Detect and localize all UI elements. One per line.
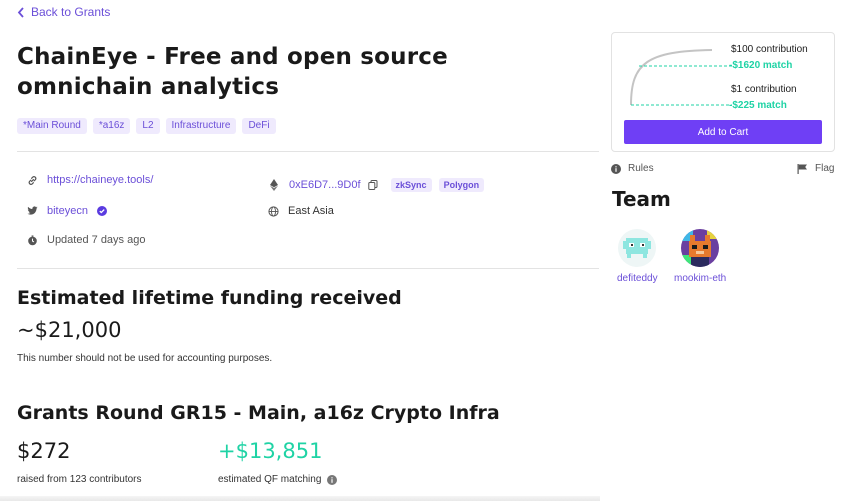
member-name: mookim-eth [674, 273, 727, 284]
team-heading: Team [612, 187, 671, 211]
contribution-low-label: $1 contribution [731, 84, 797, 95]
updated-text: Updated 7 days ago [47, 234, 146, 246]
tag-main-round[interactable]: *Main Round [17, 118, 87, 134]
back-label: Back to Grants [31, 5, 111, 19]
flag-label: Flag [815, 163, 835, 174]
member-name: defiteddy [617, 273, 658, 284]
divider [17, 268, 599, 269]
chevron-left-icon [17, 6, 24, 18]
region-row: East Asia [268, 205, 334, 217]
rules-link[interactable]: Rules [611, 163, 654, 174]
funding-amount: ~$21,000 [17, 318, 122, 342]
round-heading: Grants Round GR15 - Main, a16z Crypto In… [17, 402, 500, 424]
matching-amount: +$13,851 [218, 439, 323, 463]
website-row: https://chaineye.tools/ [27, 174, 153, 186]
match-estimate-card: $100 contribution -$1620 match $1 contri… [611, 32, 835, 152]
contribution-high-label: $100 contribution [731, 44, 808, 55]
divider [17, 151, 599, 152]
tag-defi[interactable]: DeFi [242, 118, 276, 134]
tag-infrastructure[interactable]: Infrastructure [165, 118, 237, 134]
rules-label: Rules [628, 163, 654, 174]
flag-link[interactable]: Flag [797, 163, 834, 174]
add-to-cart-button[interactable]: Add to Cart [624, 120, 822, 144]
funding-heading: Estimated lifetime funding received [17, 287, 402, 309]
copy-icon[interactable] [367, 180, 378, 190]
chain-chip-polygon: Polygon [438, 178, 485, 192]
match-high-label: -$1620 match [729, 60, 793, 71]
twitter-row: biteyecn [27, 205, 107, 217]
verified-icon [96, 206, 107, 216]
matching-caption-row: estimated QF matching [218, 474, 338, 485]
raised-caption: raised from 123 contributors [17, 474, 142, 485]
info-icon [611, 163, 621, 174]
link-icon [27, 175, 38, 186]
chain-chip-zksync: zkSync [390, 178, 432, 192]
clock-icon [27, 234, 38, 246]
twitter-handle-link[interactable]: biteyecn [47, 205, 88, 217]
team-member[interactable]: mookim-eth [674, 229, 726, 284]
updated-row: Updated 7 days ago [27, 234, 145, 246]
back-to-grants-link[interactable]: Back to Grants [17, 5, 110, 19]
globe-icon [268, 205, 279, 217]
twitter-icon [27, 206, 38, 217]
matching-caption: estimated QF matching [218, 474, 322, 485]
ethereum-icon [268, 179, 279, 191]
website-link[interactable]: https://chaineye.tools/ [47, 174, 153, 186]
raised-amount: $272 [17, 439, 71, 463]
match-low-label: -$225 match [729, 100, 787, 111]
tag-a16z[interactable]: *a16z [92, 118, 131, 134]
avatar [681, 229, 720, 267]
flag-icon [797, 163, 807, 174]
address-row: 0xE6D7...9D0f zkSync Polygon [268, 178, 485, 192]
funding-note: This number should not be used for accou… [17, 353, 273, 364]
tag-l2[interactable]: L2 [136, 118, 160, 134]
wallet-address[interactable]: 0xE6D7...9D0f [289, 179, 361, 191]
info-icon[interactable] [327, 474, 338, 485]
tag-list: *Main Round *a16z L2 Infrastructure DeFi [17, 118, 276, 134]
team-member[interactable]: defiteddy [617, 229, 658, 284]
region-text: East Asia [288, 205, 334, 217]
avatar [618, 229, 657, 267]
scroll-shadow [0, 496, 600, 501]
project-title: ChainEye - Free and open source omnichai… [17, 44, 448, 100]
